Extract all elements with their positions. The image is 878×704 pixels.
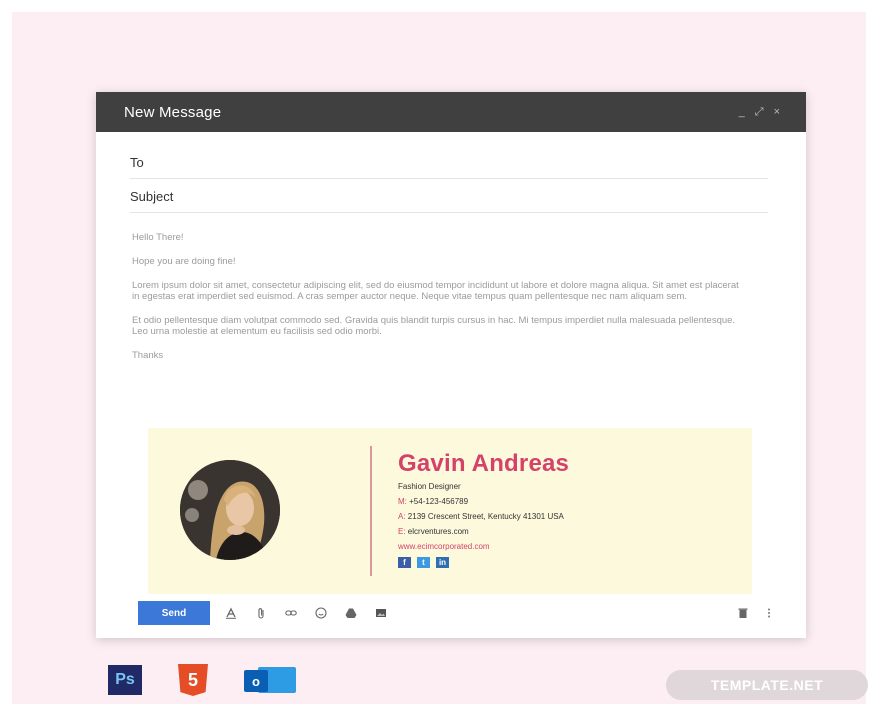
signature-address: A: 2139 Crescent Street, Kentucky 41301 …: [398, 512, 569, 521]
attachment-icon[interactable]: [254, 606, 268, 620]
compose-toolbar: Send: [96, 598, 806, 628]
signature-email: E: elcrventures.com: [398, 527, 569, 536]
outlook-icon-letter: o: [244, 670, 268, 692]
to-label: To: [130, 154, 144, 170]
signature-website[interactable]: www.ecimcorporated.com: [398, 542, 569, 551]
signature-mobile: M: +54-123-456789: [398, 497, 569, 506]
email-value[interactable]: elcrventures.com: [408, 527, 469, 536]
body-paragraph: Lorem ipsum dolor sit amet, consectetur …: [132, 280, 739, 302]
address-value: 2139 Crescent Street, Kentucky 41301 USA: [407, 512, 564, 521]
send-button[interactable]: Send: [138, 601, 210, 625]
message-body[interactable]: Hello There! Hope you are doing fine! Lo…: [132, 232, 742, 374]
photoshop-icon: Ps: [108, 665, 142, 695]
minimize-icon[interactable]: _: [739, 106, 745, 119]
compose-titlebar: New Message _ ⤢ ×: [96, 92, 806, 132]
mobile-key: M:: [398, 497, 407, 506]
link-icon[interactable]: [284, 606, 298, 620]
to-field[interactable]: To: [130, 146, 768, 179]
close-icon[interactable]: ×: [774, 106, 780, 119]
photo-icon[interactable]: [374, 606, 388, 620]
facebook-icon[interactable]: f: [398, 557, 411, 568]
drive-icon[interactable]: [344, 606, 358, 620]
html5-icon: 5: [178, 664, 208, 696]
signature-divider: [370, 446, 372, 576]
email-signature: Gavin Andreas Fashion Designer M: +54-12…: [148, 428, 752, 594]
body-paragraph: Et odio pellentesque diam volutpat commo…: [132, 315, 736, 337]
signature-info: Gavin Andreas Fashion Designer M: +54-12…: [398, 450, 569, 568]
address-key: A:: [398, 512, 406, 521]
template-watermark: TEMPLATE.NET: [666, 670, 868, 700]
emoji-icon[interactable]: [314, 606, 328, 620]
subject-field[interactable]: Subject: [130, 180, 768, 213]
formatting-icon[interactable]: [224, 606, 238, 620]
social-links: f t in: [398, 557, 569, 568]
email-key: E:: [398, 527, 406, 536]
more-options-icon[interactable]: [762, 606, 776, 620]
outlook-icon: o: [244, 665, 296, 695]
compose-title: New Message: [124, 103, 222, 121]
body-line: Hope you are doing fine!: [132, 256, 236, 267]
subject-label: Subject: [130, 188, 174, 204]
app-icons: Ps 5 o: [108, 664, 296, 696]
signature-name: Gavin Andreas: [398, 450, 570, 477]
signature-role: Fashion Designer: [398, 482, 461, 491]
linkedin-icon[interactable]: in: [436, 557, 449, 568]
window-controls: _ ⤢ ×: [739, 106, 780, 119]
twitter-icon[interactable]: t: [417, 557, 430, 568]
body-greeting: Hello There!: [132, 232, 184, 243]
expand-icon[interactable]: ⤢: [755, 106, 764, 119]
body-closing: Thanks: [132, 350, 164, 361]
discard-icon[interactable]: [736, 606, 750, 620]
avatar: [180, 460, 280, 560]
mobile-value: +54-123-456789: [409, 497, 469, 506]
compose-window: New Message _ ⤢ × To Subject Hello There…: [96, 92, 806, 638]
